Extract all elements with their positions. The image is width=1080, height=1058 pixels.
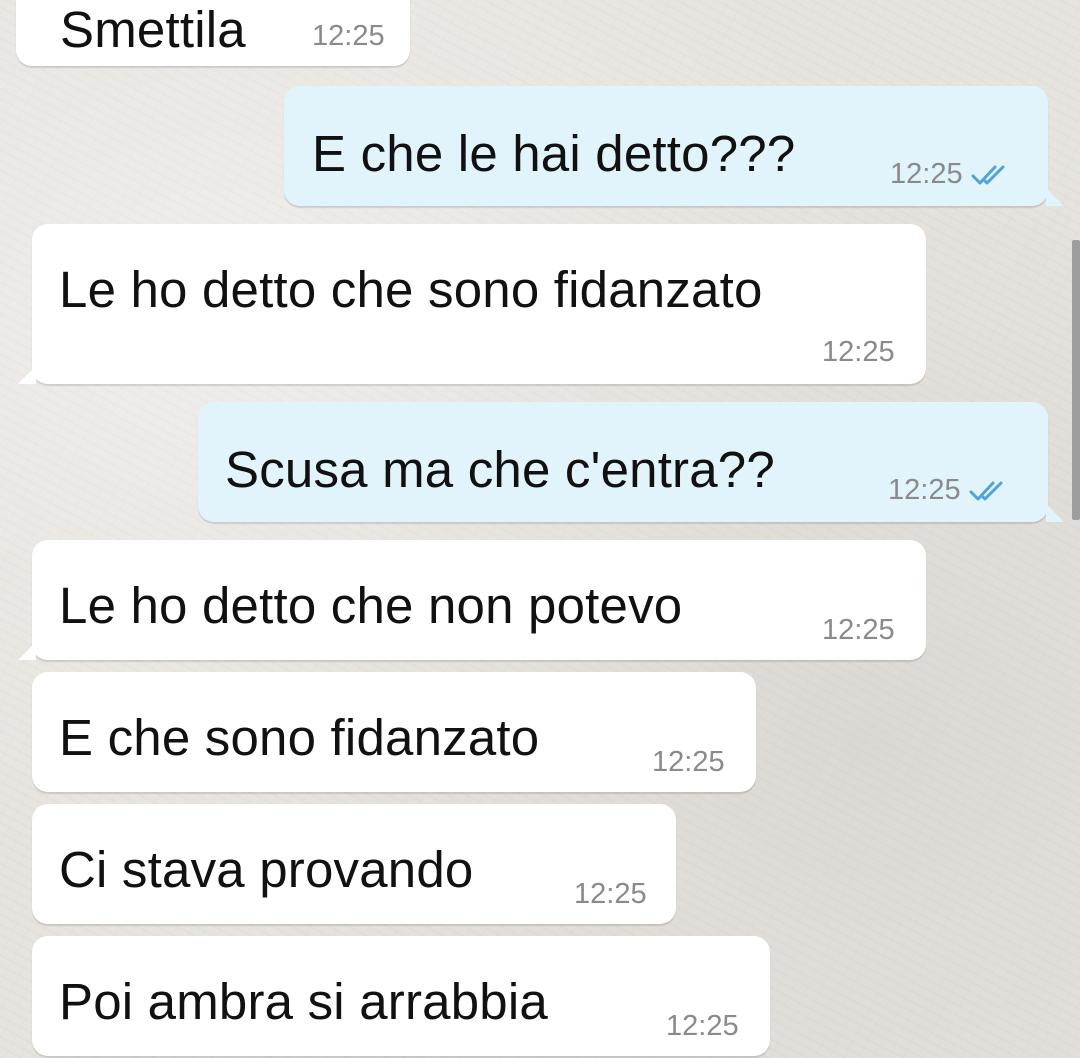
message-bubble-incoming: Smettila 12:25 bbox=[16, 0, 410, 66]
message-time: 12:25 bbox=[822, 336, 895, 368]
message-time: 12:25 bbox=[312, 20, 385, 52]
double-check-read-icon bbox=[969, 481, 1003, 500]
message-text: Le ho detto che sono fidanzato bbox=[59, 261, 763, 318]
message-bubble-incoming: Ci stava provando 12:25 bbox=[32, 804, 676, 924]
message-time: 12:25 bbox=[574, 878, 647, 910]
message-bubble-outgoing: E che le hai detto??? 12:25 bbox=[284, 86, 1064, 206]
message-time: 12:25 bbox=[652, 746, 725, 778]
message-bubble-incoming: Poi ambra si arrabbia 12:25 bbox=[32, 936, 770, 1056]
message-text: Poi ambra si arrabbia bbox=[59, 973, 548, 1030]
message-bubble-incoming: E che sono fidanzato 12:25 bbox=[32, 672, 756, 792]
message-text: Smettila bbox=[60, 1, 246, 58]
message-bubble-incoming: Le ho detto che sono fidanzato 12:25 bbox=[18, 224, 926, 384]
message-bubble-outgoing: Scusa ma che c'entra?? 12:25 bbox=[198, 402, 1064, 522]
message-meta: 12:25 bbox=[890, 158, 1017, 191]
message-text: Scusa ma che c'entra?? bbox=[225, 441, 775, 498]
message-time: 12:25 bbox=[822, 614, 895, 646]
message-text: Ci stava provando bbox=[59, 841, 474, 898]
message-time: 12:25 bbox=[888, 474, 961, 506]
message-time: 12:25 bbox=[890, 158, 963, 190]
message-meta: 12:25 bbox=[888, 474, 1015, 507]
message-text: E che sono fidanzato bbox=[59, 709, 540, 766]
chat-scrollbar[interactable] bbox=[1072, 240, 1080, 520]
double-check-read-icon bbox=[971, 165, 1005, 184]
message-text: Le ho detto che non potevo bbox=[59, 577, 683, 634]
message-time: 12:25 bbox=[666, 1010, 739, 1042]
message-text: E che le hai detto??? bbox=[312, 125, 796, 182]
message-bubble-incoming: Le ho detto che non potevo 12:25 bbox=[18, 540, 926, 660]
